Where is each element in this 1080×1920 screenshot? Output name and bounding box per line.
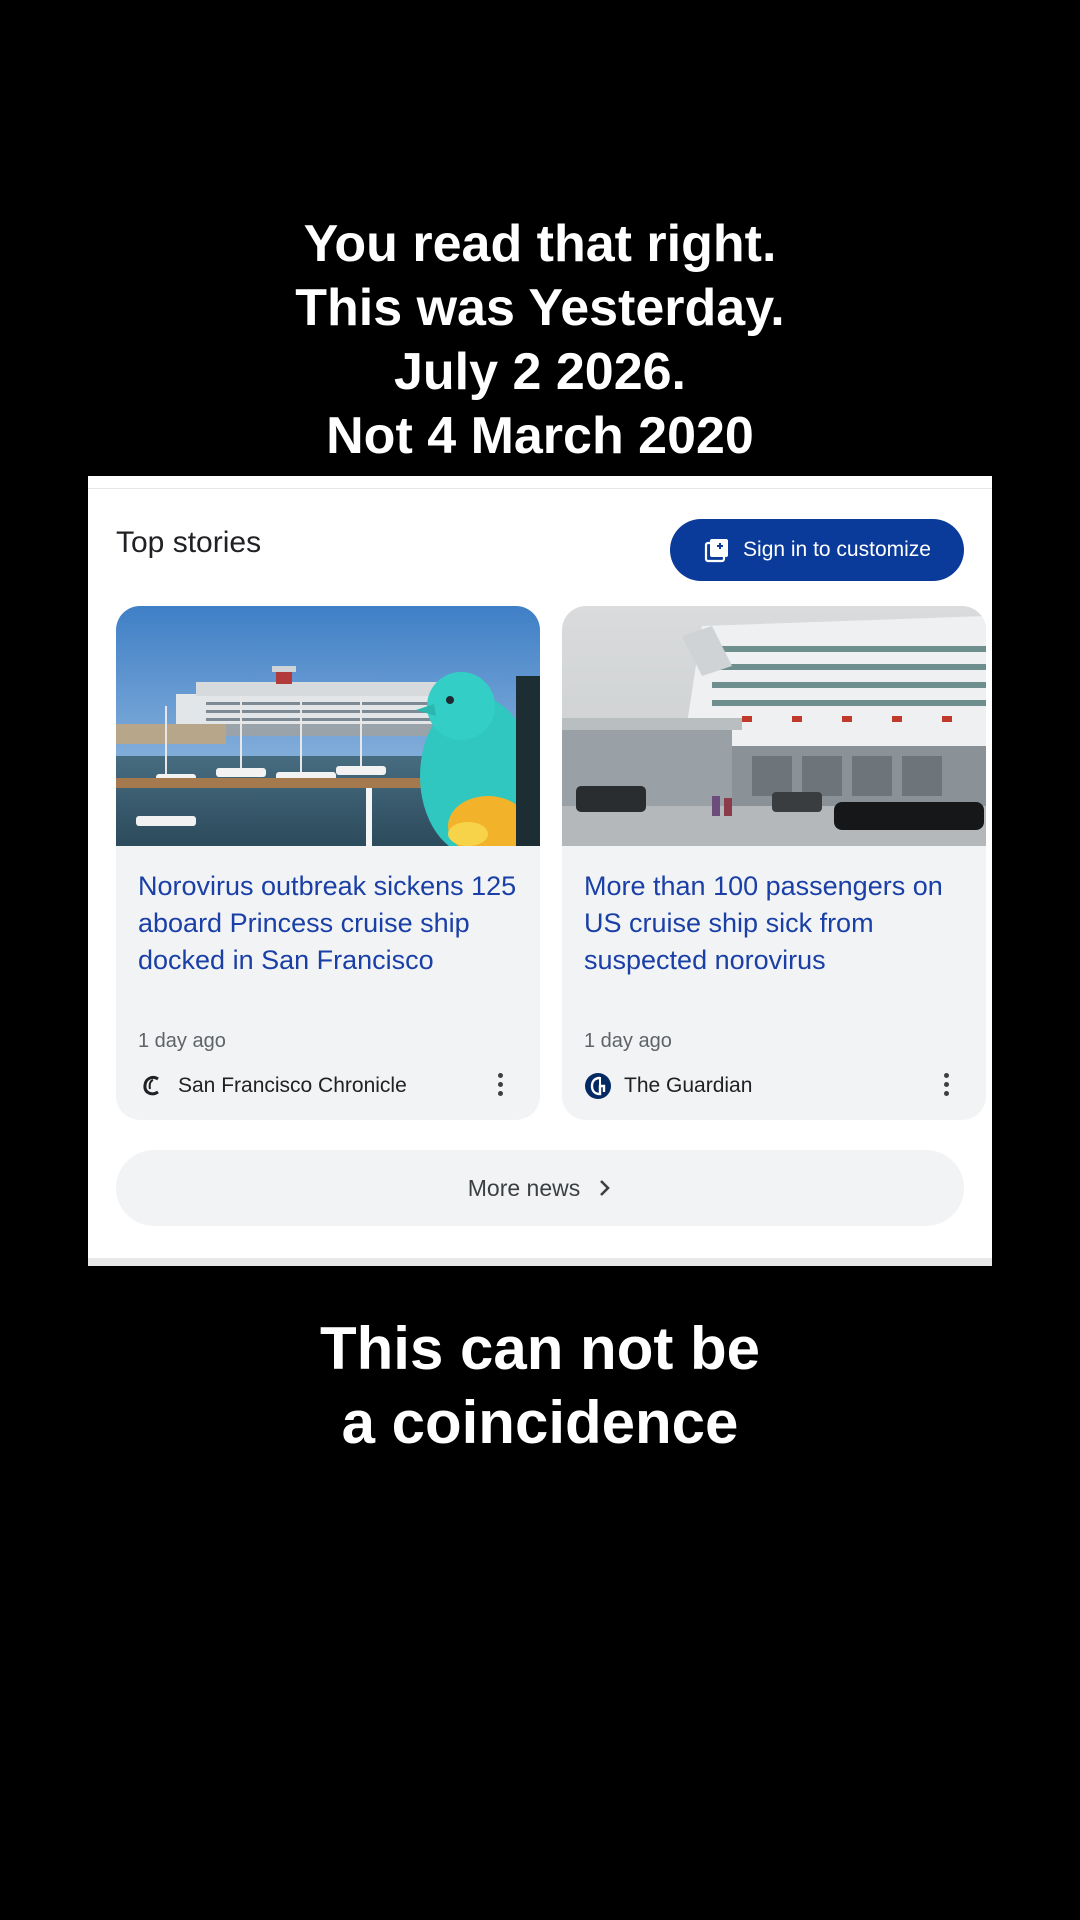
more-news-button[interactable]: More news bbox=[116, 1150, 964, 1226]
caption-line: This can not be bbox=[319, 1315, 761, 1382]
source-name: The Guardian bbox=[624, 1074, 753, 1097]
more-options-icon[interactable] bbox=[934, 1068, 958, 1100]
caption-line: This was Yesterday. bbox=[295, 279, 785, 337]
news-source: The Guardian bbox=[584, 1072, 752, 1100]
caption-line: Not 4 March 2020 bbox=[326, 407, 754, 465]
chronicle-logo-icon bbox=[138, 1072, 166, 1100]
news-time: 1 day ago bbox=[584, 1030, 672, 1052]
caption-bottom: This can not be a coincidence bbox=[0, 1312, 1080, 1460]
top-stories-panel: Top stories Sign in to customize Norovir… bbox=[88, 476, 992, 1266]
news-card[interactable]: Norovirus outbreak sickens 125 aboard Pr… bbox=[116, 606, 540, 1120]
caption-line: a coincidence bbox=[341, 1389, 739, 1456]
customize-icon bbox=[704, 539, 729, 563]
caption-line: You read that right. bbox=[303, 215, 777, 273]
news-source: San Francisco Chronicle bbox=[138, 1072, 407, 1100]
news-headline[interactable]: Norovirus outbreak sickens 125 aboard Pr… bbox=[138, 868, 528, 979]
news-time: 1 day ago bbox=[138, 1030, 226, 1052]
more-options-icon[interactable] bbox=[488, 1068, 512, 1100]
news-headline[interactable]: More than 100 passengers on US cruise sh… bbox=[584, 868, 974, 979]
section-title: Top stories bbox=[116, 526, 262, 559]
divider bbox=[88, 1258, 992, 1266]
sign-in-to-customize-button[interactable]: Sign in to customize bbox=[670, 519, 964, 581]
cruise-ship-harbor-image bbox=[116, 606, 540, 846]
guardian-logo-icon bbox=[584, 1072, 612, 1100]
caption-top: You read that right. This was Yesterday.… bbox=[0, 212, 1080, 468]
sign-in-label: Sign in to customize bbox=[743, 538, 931, 561]
news-card[interactable]: More than 100 passengers on US cruise sh… bbox=[562, 606, 986, 1120]
chevron-right-icon bbox=[600, 1180, 611, 1196]
cruise-ship-terminal-image bbox=[562, 606, 986, 846]
divider bbox=[88, 488, 992, 489]
caption-line: July 2 2026. bbox=[394, 343, 686, 401]
more-news-label: More news bbox=[467, 1174, 581, 1201]
source-name: San Francisco Chronicle bbox=[178, 1074, 407, 1097]
